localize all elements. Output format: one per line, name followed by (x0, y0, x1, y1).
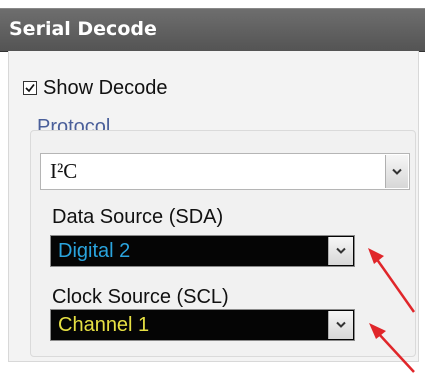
serial-decode-panel: Serial Decode Show Decode Protocol I²C D… (0, 0, 425, 374)
red-arrow-icon (369, 323, 415, 373)
red-arrow-icon (368, 248, 416, 313)
annotation-arrows (368, 248, 416, 373)
